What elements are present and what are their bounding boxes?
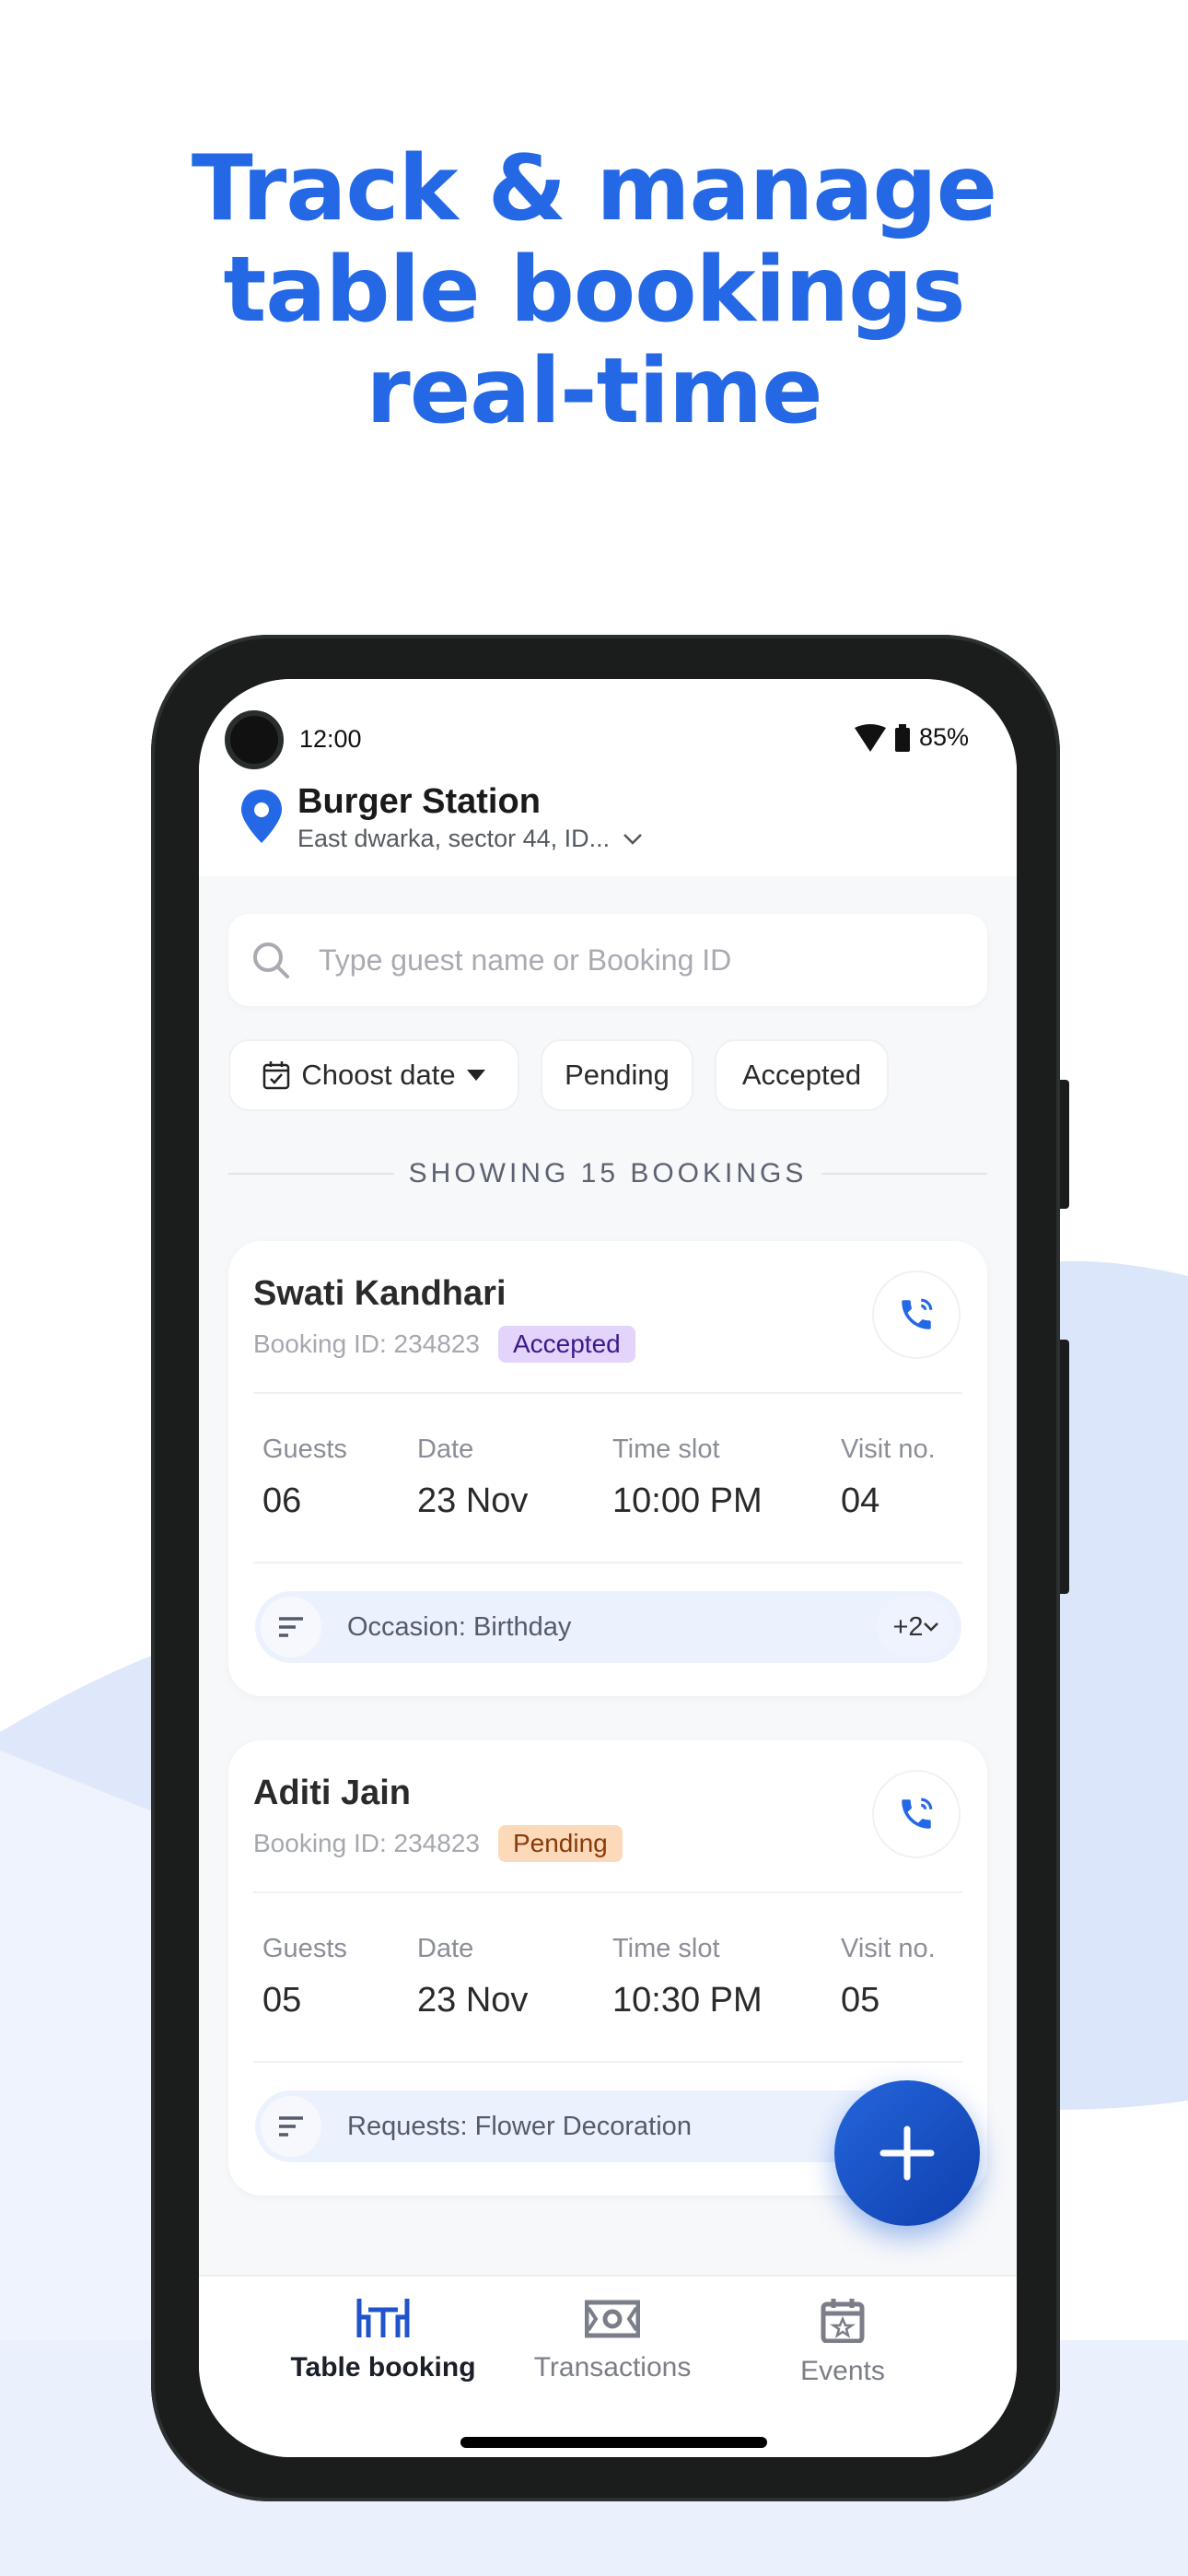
- booking-meta: Booking ID: 234823 Pending: [253, 1825, 623, 1862]
- date-field: Date 23 Nov: [417, 1434, 529, 1520]
- status-icons: 85%: [854, 723, 969, 752]
- restaurant-name[interactable]: Burger Station: [297, 782, 541, 822]
- cash-icon: [585, 2300, 640, 2338]
- time-slot-field: Time slot 10:30 PM: [612, 1934, 763, 2020]
- phone-call-icon: [902, 1298, 933, 1329]
- booking-meta: Booking ID: 234823 Accepted: [253, 1326, 635, 1363]
- battery-icon: [894, 723, 910, 752]
- power-button: [1060, 1080, 1069, 1209]
- bookings-count: SHOWING 15 BOOKINGS: [228, 1158, 988, 1189]
- search-icon: [253, 943, 289, 978]
- nav-events[interactable]: Events: [728, 2297, 958, 2387]
- booking-card[interactable]: Swati Kandhari Booking ID: 234823 Accept…: [228, 1241, 987, 1696]
- camera-cutout: [225, 710, 284, 769]
- bottom-nav: Table booking Transactions Events: [199, 2275, 1017, 2457]
- nav-transactions[interactable]: Transactions: [497, 2297, 728, 2383]
- visit-field: Visit no. 04: [841, 1434, 936, 1520]
- notes-icon: [261, 1597, 321, 1657]
- address-text: East dwarka, sector 44, ID...: [297, 825, 611, 852]
- date-filter-label: Choost date: [301, 1059, 456, 1091]
- wifi-icon: [854, 723, 886, 752]
- search-bar[interactable]: [228, 914, 987, 1006]
- status-badge: Pending: [497, 1825, 623, 1862]
- calendar-icon: [263, 1061, 290, 1090]
- booking-id: Booking ID: 234823: [253, 1829, 480, 1857]
- add-booking-button[interactable]: [834, 2080, 980, 2226]
- guests-field: Guests 05: [262, 1934, 347, 2020]
- date-filter[interactable]: Choost date: [228, 1039, 519, 1111]
- filter-pending[interactable]: Pending: [541, 1039, 693, 1111]
- visit-field: Visit no. 05: [841, 1934, 936, 2020]
- status-time: 12:00: [299, 725, 362, 753]
- status-badge: Accepted: [497, 1326, 635, 1363]
- bookings-count-text: SHOWING 15 BOOKINGS: [408, 1158, 808, 1188]
- home-indicator[interactable]: [460, 2437, 767, 2448]
- chevron-down-icon: [623, 833, 643, 845]
- call-button[interactable]: [872, 1270, 961, 1359]
- time-slot-field: Time slot 10:00 PM: [612, 1434, 763, 1520]
- booking-id: Booking ID: 234823: [253, 1329, 480, 1358]
- divider: [253, 2061, 962, 2063]
- date-field: Date 23 Nov: [417, 1934, 529, 2020]
- notes-icon: [261, 2096, 321, 2157]
- volume-button: [1060, 1340, 1069, 1594]
- divider: [821, 1173, 988, 1175]
- call-button[interactable]: [872, 1770, 961, 1858]
- divider: [253, 1392, 962, 1394]
- divider: [228, 1173, 394, 1175]
- calendar-star-icon: [821, 2299, 865, 2343]
- search-input[interactable]: [319, 943, 945, 978]
- divider: [253, 1562, 962, 1563]
- guest-name: Aditi Jain: [253, 1774, 412, 1812]
- address-selector[interactable]: East dwarka, sector 44, ID...: [297, 825, 643, 853]
- location-pin-icon: [241, 790, 282, 843]
- phone-call-icon: [902, 1797, 933, 1829]
- caret-down-icon: [466, 1070, 485, 1081]
- divider: [253, 1891, 962, 1893]
- table-icon: [356, 2299, 410, 2337]
- app-header: 12:00 85% Burger Station East dwarka, se…: [199, 679, 1017, 876]
- guests-field: Guests 06: [262, 1434, 347, 1520]
- chevron-down-icon: [923, 1622, 938, 1632]
- plus-icon: [879, 2125, 935, 2181]
- nav-table-booking[interactable]: Table booking: [268, 2297, 498, 2383]
- filter-accepted[interactable]: Accepted: [715, 1039, 889, 1111]
- requests-text: Requests: Flower Decoration: [347, 2111, 692, 2141]
- battery-percent: 85%: [918, 723, 969, 751]
- guest-name: Swati Kandhari: [253, 1274, 507, 1313]
- expand-more-button[interactable]: +2: [877, 1597, 954, 1657]
- occasion-text: Occasion: Birthday: [347, 1611, 572, 1642]
- headline: Track & manage table bookings real-time: [191, 136, 997, 444]
- app-screen: 12:00 85% Burger Station East dwarka, se…: [199, 679, 1017, 2457]
- occasion-pill[interactable]: Occasion: Birthday +2: [255, 1591, 961, 1663]
